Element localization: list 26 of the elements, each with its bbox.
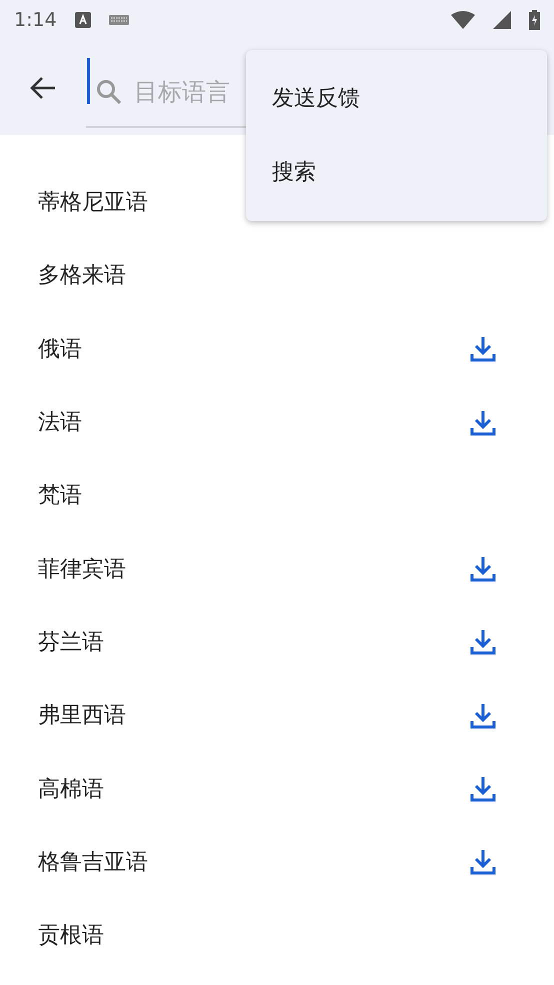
language-item[interactable]: 芬兰语 [0, 606, 554, 680]
status-time: 1:14 [14, 8, 57, 33]
language-item[interactable]: 俄语 [0, 312, 554, 386]
download-icon[interactable] [470, 629, 496, 656]
signal-icon [493, 11, 511, 29]
language-item[interactable]: 梵语 [0, 459, 554, 532]
download-icon[interactable] [470, 849, 496, 876]
menu-item[interactable]: 搜索 [246, 136, 547, 209]
language-item[interactable]: 格鲁吉亚语 [0, 826, 554, 899]
battery-icon [529, 10, 540, 30]
language-item[interactable]: 高棉语 [0, 752, 554, 826]
download-icon[interactable] [470, 556, 496, 582]
language-item[interactable]: 弗里西语 [0, 679, 554, 752]
download-icon[interactable] [470, 702, 496, 729]
language-item[interactable]: 多格来语 [0, 239, 554, 313]
back-arrow-icon [30, 76, 56, 100]
download-icon[interactable] [470, 336, 496, 362]
search-icon [96, 78, 122, 104]
language-item[interactable]: 贡根语 [0, 898, 554, 972]
keyboard-letter-icon [74, 12, 91, 28]
download-icon[interactable] [470, 776, 496, 802]
language-item[interactable]: 菲律宾语 [0, 532, 554, 606]
language-item[interactable]: 法语 [0, 386, 554, 460]
wifi-icon [451, 11, 475, 29]
download-icon[interactable] [470, 410, 496, 436]
keyboard-icon [108, 15, 129, 25]
